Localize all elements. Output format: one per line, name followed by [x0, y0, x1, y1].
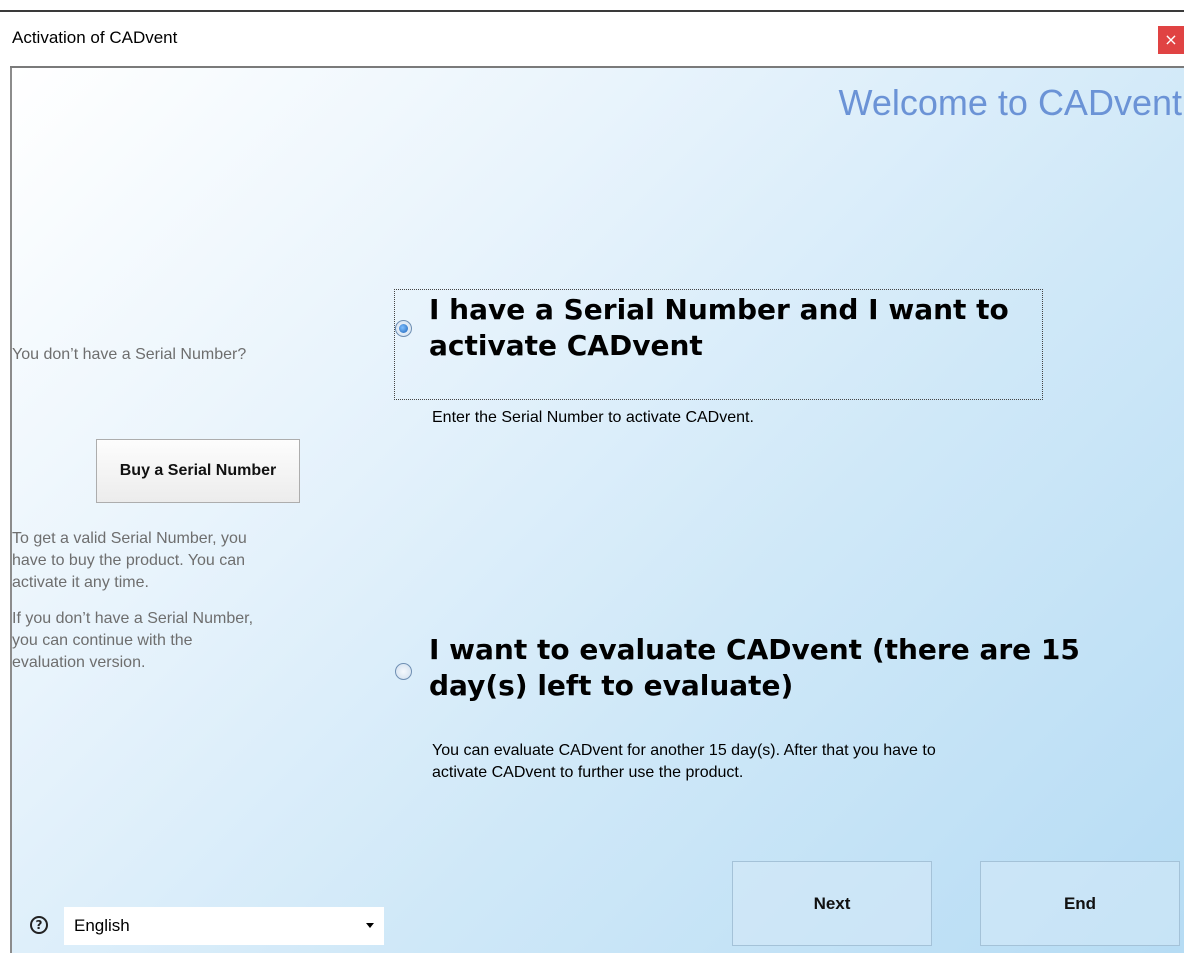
language-select[interactable]: English [64, 907, 384, 945]
close-icon: × [1164, 30, 1178, 49]
evaluate-option-description: You can evaluate CADvent for another 15 … [432, 742, 936, 781]
window-title: Activation of CADvent [12, 28, 178, 47]
close-button[interactable]: × [1158, 26, 1184, 54]
serial-option-radio[interactable] [395, 320, 412, 337]
serial-option-label[interactable]: I have a Serial Number and I want to act… [429, 292, 1009, 364]
evaluate-option-label[interactable]: I want to evaluate CADvent (there are 15… [429, 632, 1080, 704]
title-bar: Activation of CADvent × [0, 12, 1184, 67]
serial-info-text: To get a valid Serial Number, you have t… [12, 530, 247, 591]
welcome-heading: Welcome to CADvent [838, 82, 1182, 123]
language-value: English [74, 916, 130, 935]
evaluate-option-radio[interactable] [395, 663, 412, 680]
activation-panel: Welcome to CADvent You don’t have a Seri… [10, 68, 1184, 953]
buy-serial-button[interactable]: Buy a Serial Number [96, 439, 300, 503]
chevron-down-icon[interactable] [366, 923, 374, 928]
evaluation-info-text: If you don’t have a Serial Number, you c… [12, 610, 254, 671]
next-button[interactable]: Next [732, 861, 932, 946]
help-icon[interactable]: ? [30, 916, 48, 934]
end-button[interactable]: End [980, 861, 1180, 946]
serial-option-description: Enter the Serial Number to activate CADv… [432, 409, 754, 426]
no-serial-question: You don’t have a Serial Number? [12, 346, 247, 363]
